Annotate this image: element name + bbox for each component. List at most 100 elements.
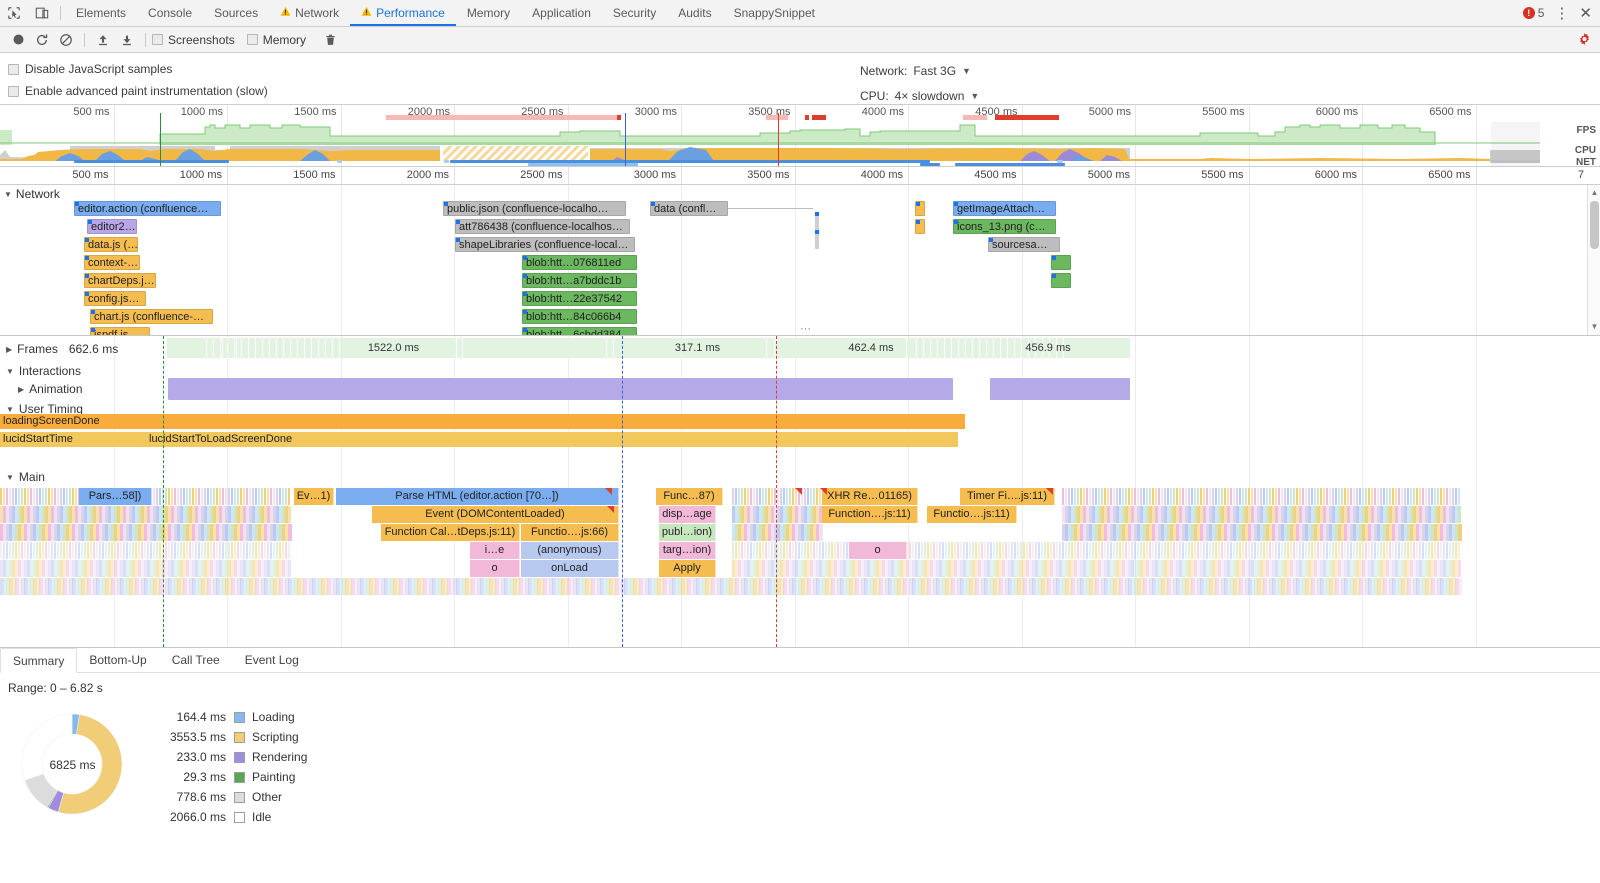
long-task-marker: [805, 115, 809, 120]
network-request-bar[interactable]: blob:htt…a7bddc1b: [522, 273, 637, 288]
flame-chart-block[interactable]: Functio….js:11): [927, 506, 1017, 523]
tab-network[interactable]: Network: [269, 0, 350, 26]
tab-sources[interactable]: Sources: [203, 0, 269, 26]
track-resizer[interactable]: ⋯: [800, 322, 812, 335]
network-request-bar[interactable]: blob:htt…076811ed: [522, 255, 637, 270]
network-request-bar[interactable]: shapeLibraries (confluence-local…: [455, 237, 635, 252]
network-request-bar[interactable]: editor2….: [87, 219, 137, 234]
device-toolbar-icon[interactable]: [28, 0, 56, 26]
details-tab-bottom-up[interactable]: Bottom-Up: [77, 648, 159, 672]
tab-application[interactable]: Application: [521, 0, 602, 26]
save-profile-icon[interactable]: [115, 29, 139, 51]
long-task-marker: [617, 115, 621, 120]
network-request-bar[interactable]: blob:htt…6cbdd384: [522, 327, 637, 335]
capture-settings-gear-icon[interactable]: [1577, 32, 1592, 47]
chevron-down-icon[interactable]: ▼: [4, 190, 12, 199]
flame-chart-block[interactable]: XHR Re…01165): [822, 488, 918, 505]
network-request-bar[interactable]: [915, 219, 925, 234]
flame-chart-block[interactable]: o: [470, 560, 520, 577]
flame-chart-block[interactable]: Ev…1): [294, 488, 334, 505]
memory-checkbox[interactable]: Memory: [246, 33, 306, 47]
flame-chart-block[interactable]: publ…ion): [659, 524, 716, 541]
network-request-bar[interactable]: [815, 212, 819, 231]
legend-row: 233.0 ms Rendering: [148, 747, 308, 767]
screenshots-checkbox[interactable]: Screenshots: [152, 33, 235, 47]
chevron-down-icon[interactable]: ▼: [962, 66, 971, 76]
network-request-bar[interactable]: data (confl…: [650, 201, 728, 216]
network-scrollbar[interactable]: ▲ ▼: [1587, 185, 1600, 335]
close-icon[interactable]: ✕: [1579, 6, 1592, 21]
network-request-bar[interactable]: icons_13.png (c…: [953, 219, 1056, 234]
network-request-label: config.js…: [88, 293, 140, 305]
network-request-bar[interactable]: blob:htt…22e37542: [522, 291, 637, 306]
network-request-bar[interactable]: public.json (confluence-localho…: [443, 201, 626, 216]
network-value[interactable]: Fast 3G: [913, 64, 956, 78]
flame-chart-block[interactable]: i…e: [470, 542, 520, 559]
network-request-bar[interactable]: jspdf.js…: [90, 327, 150, 335]
network-request-bar[interactable]: sourcesa…: [988, 237, 1060, 252]
network-request-bar[interactable]: editor.action (confluence…: [74, 201, 221, 216]
network-request-bar[interactable]: att786438 (confluence-localhos…: [455, 219, 630, 234]
flame-chart-block[interactable]: Event (DOMContentLoaded): [372, 506, 619, 523]
network-request-bar[interactable]: [1051, 255, 1071, 270]
disable-js-samples-checkbox[interactable]: Disable JavaScript samples: [8, 58, 1600, 80]
error-count-badge[interactable]: ! 5: [1522, 6, 1544, 20]
flame-chart-block[interactable]: onLoad: [521, 560, 619, 577]
flame-chart-block[interactable]: Parse HTML (editor.action [70…]): [336, 488, 619, 505]
legend-value: 2066.0 ms: [169, 810, 226, 824]
tab-elements[interactable]: Elements: [65, 0, 137, 26]
tab-console[interactable]: Console: [137, 0, 203, 26]
clear-icon[interactable]: [54, 29, 78, 51]
flame-chart-block[interactable]: Timer Fi….js:11): [960, 488, 1055, 505]
request-start-marker: [916, 220, 920, 224]
tab-audits[interactable]: Audits: [667, 0, 722, 26]
details-tab-summary[interactable]: Summary: [0, 648, 78, 673]
flame-chart-block[interactable]: disp…age: [659, 506, 716, 523]
flame-chart-block[interactable]: Apply: [659, 560, 716, 577]
flame-chart-tracks[interactable]: ▶ Frames 662.6 ms 1522.0 ms 317.1 ms 462.4 ms…: [0, 335, 1600, 647]
network-request-bar[interactable]: chartDeps.j…: [84, 273, 156, 288]
load-profile-icon[interactable]: [91, 29, 115, 51]
scroll-up-icon[interactable]: ▲: [1588, 187, 1600, 199]
flame-chart-block[interactable]: Function….js:11): [822, 506, 918, 523]
tab-snappysnippet[interactable]: SnappySnippet: [723, 0, 826, 26]
flame-chart-block[interactable]: (anonymous): [521, 542, 619, 559]
network-request-bar[interactable]: getImageAttach…: [953, 201, 1056, 216]
network-request-bar[interactable]: chart.js (confluence-…: [90, 309, 213, 324]
legend-swatch: [234, 811, 245, 823]
scrollbar-thumb[interactable]: [1590, 201, 1599, 249]
network-request-bar[interactable]: [1051, 273, 1071, 288]
flame-chart-block[interactable]: Pars…58]): [79, 488, 152, 505]
network-request-bar[interactable]: data.js (…: [84, 237, 138, 252]
tab-memory[interactable]: Memory: [456, 0, 521, 26]
advanced-paint-checkbox[interactable]: Enable advanced paint instrumentation (s…: [8, 80, 1600, 102]
network-request-bar[interactable]: blob:htt…84c066b4: [522, 309, 637, 324]
cpu-value[interactable]: 4× slowdown: [895, 89, 965, 103]
tab-security[interactable]: Security: [602, 0, 667, 26]
reload-record-icon[interactable]: [30, 29, 54, 51]
long-task-warning-icon: [795, 488, 802, 495]
more-options-icon[interactable]: ⋮: [1554, 6, 1569, 21]
details-tab-event-log[interactable]: Event Log: [233, 648, 312, 672]
flame-chart-block[interactable]: targ…ion): [659, 542, 716, 559]
flame-chart-block[interactable]: Func…87): [656, 488, 723, 505]
flame-chart-block[interactable]: Functio….js:66): [521, 524, 619, 541]
network-request-bar[interactable]: context-…: [84, 255, 140, 270]
record-circle-icon[interactable]: [6, 29, 30, 51]
network-track[interactable]: ▼ Network editor.action (confluence… edit…: [0, 185, 1600, 335]
tab-performance[interactable]: Performance: [350, 0, 456, 26]
inspect-cursor-icon[interactable]: [0, 0, 28, 26]
scroll-down-icon[interactable]: ▼: [1588, 321, 1600, 333]
flame-chart-block[interactable]: o: [849, 542, 907, 559]
trash-icon[interactable]: [318, 29, 342, 51]
flame-chart-block[interactable]: Function Cal…tDeps.js:11): [381, 524, 520, 541]
network-track-header[interactable]: ▼ Network: [4, 187, 60, 201]
network-request-bar[interactable]: [815, 230, 819, 249]
network-request-bar[interactable]: config.js…: [84, 291, 146, 306]
timeline-overview[interactable]: 500 ms 1000 ms 1500 ms 2000 ms 2500 ms 3000 m…: [0, 105, 1600, 167]
chevron-down-icon[interactable]: ▼: [970, 91, 979, 101]
details-tab-call-tree[interactable]: Call Tree: [160, 648, 233, 672]
network-request-bar[interactable]: [915, 201, 925, 216]
overview-unselected-region[interactable]: [1491, 122, 1540, 166]
legend-value: 233.0 ms: [176, 750, 226, 764]
